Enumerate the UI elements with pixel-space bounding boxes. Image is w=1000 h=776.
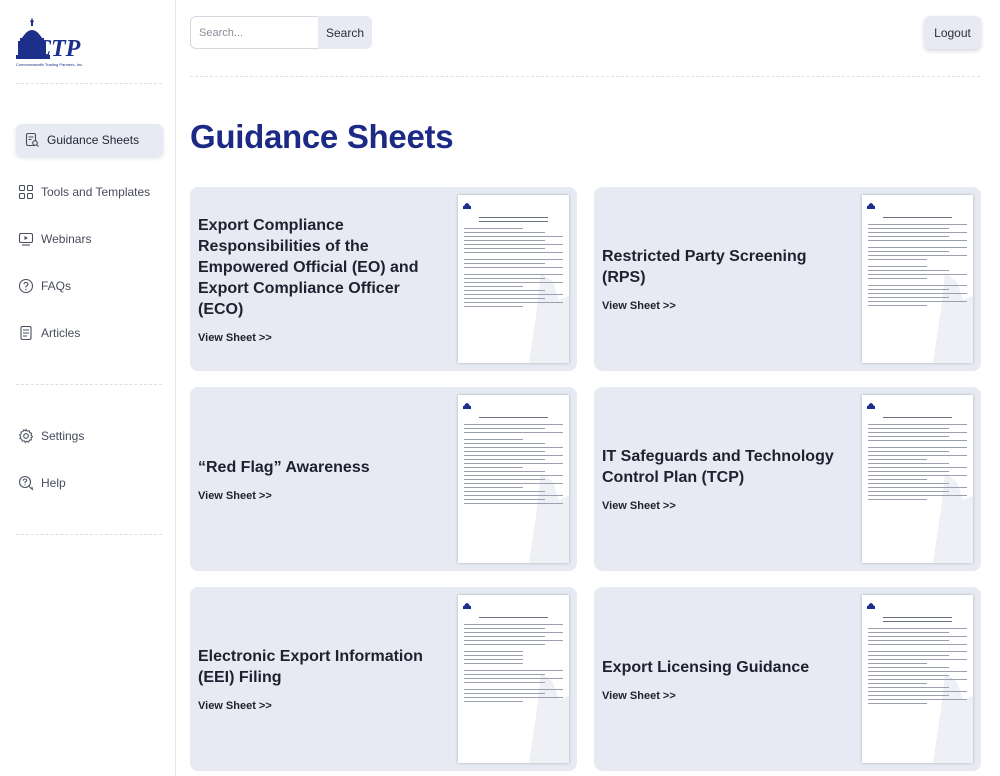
header-divider (190, 76, 980, 77)
card-text: “Red Flag” Awareness View Sheet >> (198, 387, 443, 571)
sidebar-divider (16, 384, 162, 385)
sidebar-item-guidance-sheets[interactable]: Guidance Sheets (16, 124, 163, 156)
view-sheet-link[interactable]: View Sheet >> (198, 490, 443, 502)
guidance-card[interactable]: “Red Flag” Awareness View Sheet >> (190, 387, 577, 571)
sidebar-item-articles[interactable]: Articles (16, 317, 163, 349)
sheet-thumbnail[interactable] (862, 595, 973, 763)
card-title: Export Licensing Guidance (602, 658, 810, 676)
thumbnail-text-lines (868, 617, 967, 707)
sheet-thumbnail[interactable] (458, 195, 569, 363)
app-root: CTP Commonwealth Trading Partners, Inc. … (0, 0, 1000, 776)
logo-company-name: Commonwealth Trading Partners, Inc. (16, 62, 84, 67)
sidebar-item-faqs[interactable]: FAQs (16, 270, 163, 302)
search-button[interactable]: Search (318, 16, 372, 49)
view-sheet-link[interactable]: View Sheet >> (602, 500, 847, 512)
guidance-card[interactable]: Restricted Party Screening (RPS) View Sh… (594, 187, 981, 371)
sheet-thumbnail[interactable] (458, 395, 569, 563)
grid-icon (18, 184, 34, 200)
gear-icon (18, 428, 34, 444)
thumbnail-text-lines (464, 417, 563, 507)
mini-logo-icon (867, 203, 875, 209)
video-icon (18, 231, 34, 247)
mini-logo-icon (867, 403, 875, 409)
sidebar-item-tools-and-templates[interactable]: Tools and Templates (16, 176, 163, 208)
card-text: Electronic Export Information (EEI) Fili… (198, 587, 443, 771)
sidebar-item-label: Help (41, 476, 66, 490)
card-text: Export Compliance Responsibilities of th… (198, 187, 443, 371)
mini-logo-icon (463, 203, 471, 209)
sheet-thumbnail[interactable] (458, 595, 569, 763)
search-input[interactable] (190, 16, 318, 49)
view-sheet-link[interactable]: View Sheet >> (602, 300, 847, 312)
guidance-card[interactable]: IT Safeguards and Technology Control Pla… (594, 387, 981, 571)
card-title: Export Compliance Responsibilities of th… (198, 216, 419, 318)
thumbnail-text-lines (464, 617, 563, 705)
help-chat-icon (18, 475, 34, 491)
sidebar-item-label: FAQs (41, 279, 72, 293)
sidebar-divider (16, 534, 162, 535)
search-bar: Search (190, 16, 372, 49)
document-search-icon (24, 132, 40, 148)
card-title: Electronic Export Information (EEI) Fili… (198, 648, 423, 686)
mini-logo-icon (867, 603, 875, 609)
sidebar-item-label: Guidance Sheets (47, 133, 140, 147)
card-text: IT Safeguards and Technology Control Pla… (602, 387, 847, 571)
thumbnail-text-lines (464, 217, 563, 310)
guidance-card[interactable]: Export Compliance Responsibilities of th… (190, 187, 577, 371)
thumbnail-text-lines (868, 217, 967, 309)
card-title: “Red Flag” Awareness (198, 458, 370, 476)
guidance-card[interactable]: Electronic Export Information (EEI) Fili… (190, 587, 577, 771)
card-text: Export Licensing Guidance View Sheet >> (602, 587, 847, 771)
sidebar-item-label: Webinars (41, 232, 92, 246)
question-icon (18, 278, 34, 294)
sidebar-item-label: Settings (41, 429, 85, 443)
sidebar: CTP Commonwealth Trading Partners, Inc. … (0, 0, 176, 776)
logo-wordmark: CTP (35, 36, 81, 62)
thumbnail-text-lines (868, 417, 967, 503)
sheet-thumbnail[interactable] (862, 395, 973, 563)
sidebar-divider (16, 83, 162, 84)
view-sheet-link[interactable]: View Sheet >> (602, 690, 847, 702)
sidebar-item-webinars[interactable]: Webinars (16, 223, 163, 255)
sidebar-item-label: Articles (41, 326, 81, 340)
mini-logo-icon (463, 603, 471, 609)
sheet-thumbnail[interactable] (862, 195, 973, 363)
view-sheet-link[interactable]: View Sheet >> (198, 332, 443, 344)
view-sheet-link[interactable]: View Sheet >> (198, 700, 443, 712)
card-title: Restricted Party Screening (RPS) (602, 248, 807, 286)
card-text: Restricted Party Screening (RPS) View Sh… (602, 187, 847, 371)
sidebar-item-settings[interactable]: Settings (16, 420, 163, 452)
article-icon (18, 325, 34, 341)
sidebar-item-help[interactable]: Help (16, 467, 163, 499)
guidance-card[interactable]: Export Licensing Guidance View Sheet >> (594, 587, 981, 771)
logout-button[interactable]: Logout (924, 16, 981, 49)
card-title: IT Safeguards and Technology Control Pla… (602, 448, 834, 486)
page-title: Guidance Sheets (190, 118, 454, 155)
sidebar-item-label: Tools and Templates (41, 185, 151, 199)
mini-logo-icon (463, 403, 471, 409)
ctp-logo[interactable]: CTP Commonwealth Trading Partners, Inc. (16, 14, 88, 68)
